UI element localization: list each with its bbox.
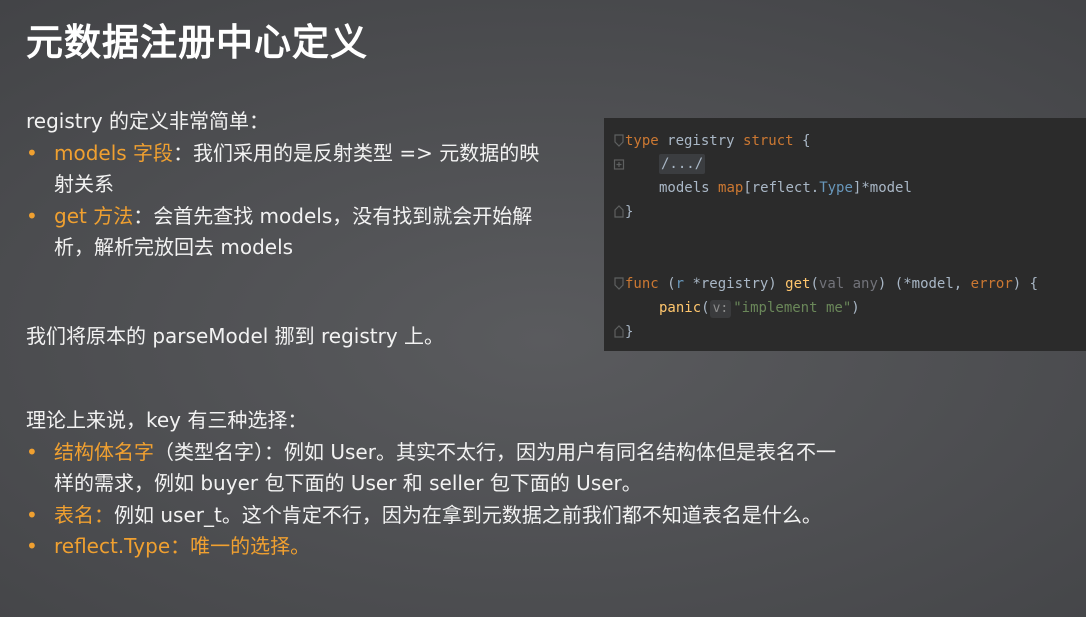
punctuation: } [625,204,634,220]
item-highlight: get 方法 [54,203,134,228]
keyword: struct [743,133,794,149]
list-item: 结构体名字（类型名字）：例如 User。其实不太行，因为用户有同名结构体但是表名… [26,437,846,500]
item-highlight: 表名： [54,502,114,527]
item-highlight: models 字段 [54,140,174,165]
fold-open-icon[interactable] [613,277,625,291]
paragraph: 我们将原本的 parseModel 挪到 registry 上。 [26,324,445,348]
keyword: func [625,276,659,292]
string-literal: "implement me" [733,300,852,316]
code-line: func (r *registry) get(val any) (*model,… [625,273,1038,295]
code-line: panic(v: "implement me") [659,297,860,319]
identifier: registry [658,133,744,149]
parameter: val [818,276,845,292]
identifier: *registry) [684,276,786,292]
function-name: panic [659,300,702,316]
punctuation: ) [851,300,860,316]
fold-close-icon[interactable] [613,204,625,218]
punctuation: ( [701,300,710,316]
identifier: ]*model [852,180,912,196]
code-line: } [625,321,633,343]
keyword: type [625,133,659,149]
punctuation: ) { [1012,276,1039,292]
bullet-list: models 字段：我们采用的是反射类型 => 元数据的映射关系 get 方法：… [26,138,556,264]
function-name: get [785,276,811,292]
code-snippet: type registry struct { /.../ models map[… [604,118,1086,351]
fold-open-icon[interactable] [613,134,625,148]
bullet-list: 结构体名字（类型名字）：例如 User。其实不太行，因为用户有同名结构体但是表名… [26,437,846,563]
keyword: map [718,180,744,196]
punctuation: ( [658,276,676,292]
type-name: any [844,276,878,292]
folded-region[interactable]: /.../ [659,154,706,174]
code-line: } [625,201,633,223]
identifier: models [659,180,719,196]
parameter-hint: v: [709,300,732,318]
item-text: 例如 user_t。这个肯定不行，因为在拿到元数据之前我们都不知道表名是什么。 [114,502,822,527]
identifier: reflect. [751,180,820,196]
identifier: r [675,276,685,292]
section-parse-model: 我们将原本的 parseModel 挪到 registry 上。 [26,321,586,353]
code-line: type registry struct { [625,130,810,152]
section-registry-definition: registry 的定义非常简单： models 字段：我们采用的是反射类型 =… [26,106,556,264]
punctuation: } [625,324,634,340]
section-intro: 理论上来说，key 有三种选择： [26,408,308,432]
list-item: 表名：例如 user_t。这个肯定不行，因为在拿到元数据之前我们都不知道表名是什… [26,500,846,532]
list-item: get 方法：会首先查找 models，没有找到就会开始解析，解析完放回去 mo… [26,201,556,264]
fold-close-icon[interactable] [613,324,625,338]
type-name: Type [819,180,853,196]
item-text: （类型名字）：例如 User。其实不太行，因为用户有同名结构体但是表名不一样的需… [54,439,836,496]
section-key-choices: 理论上来说，key 有三种选择： 结构体名字（类型名字）：例如 User。其实不… [26,405,846,563]
code-line: models map[reflect.Type]*model [659,177,912,199]
list-item: reflect.Type：唯一的选择。 [26,531,846,563]
punctuation: { [793,133,811,149]
item-highlight: 结构体名字 [54,439,154,464]
keyword: error [970,276,1013,292]
identifier: ) (*model, [877,276,971,292]
fold-expand-icon[interactable] [613,158,625,172]
code-line: /.../ [659,153,706,175]
punctuation: [ [743,180,752,196]
punctuation: ( [810,276,819,292]
list-item: models 字段：我们采用的是反射类型 => 元数据的映射关系 [26,138,556,201]
item-highlight: reflect.Type：唯一的选择。 [54,534,311,558]
slide-title: 元数据注册中心定义 [26,21,368,64]
section-intro: registry 的定义非常简单： [26,109,270,133]
